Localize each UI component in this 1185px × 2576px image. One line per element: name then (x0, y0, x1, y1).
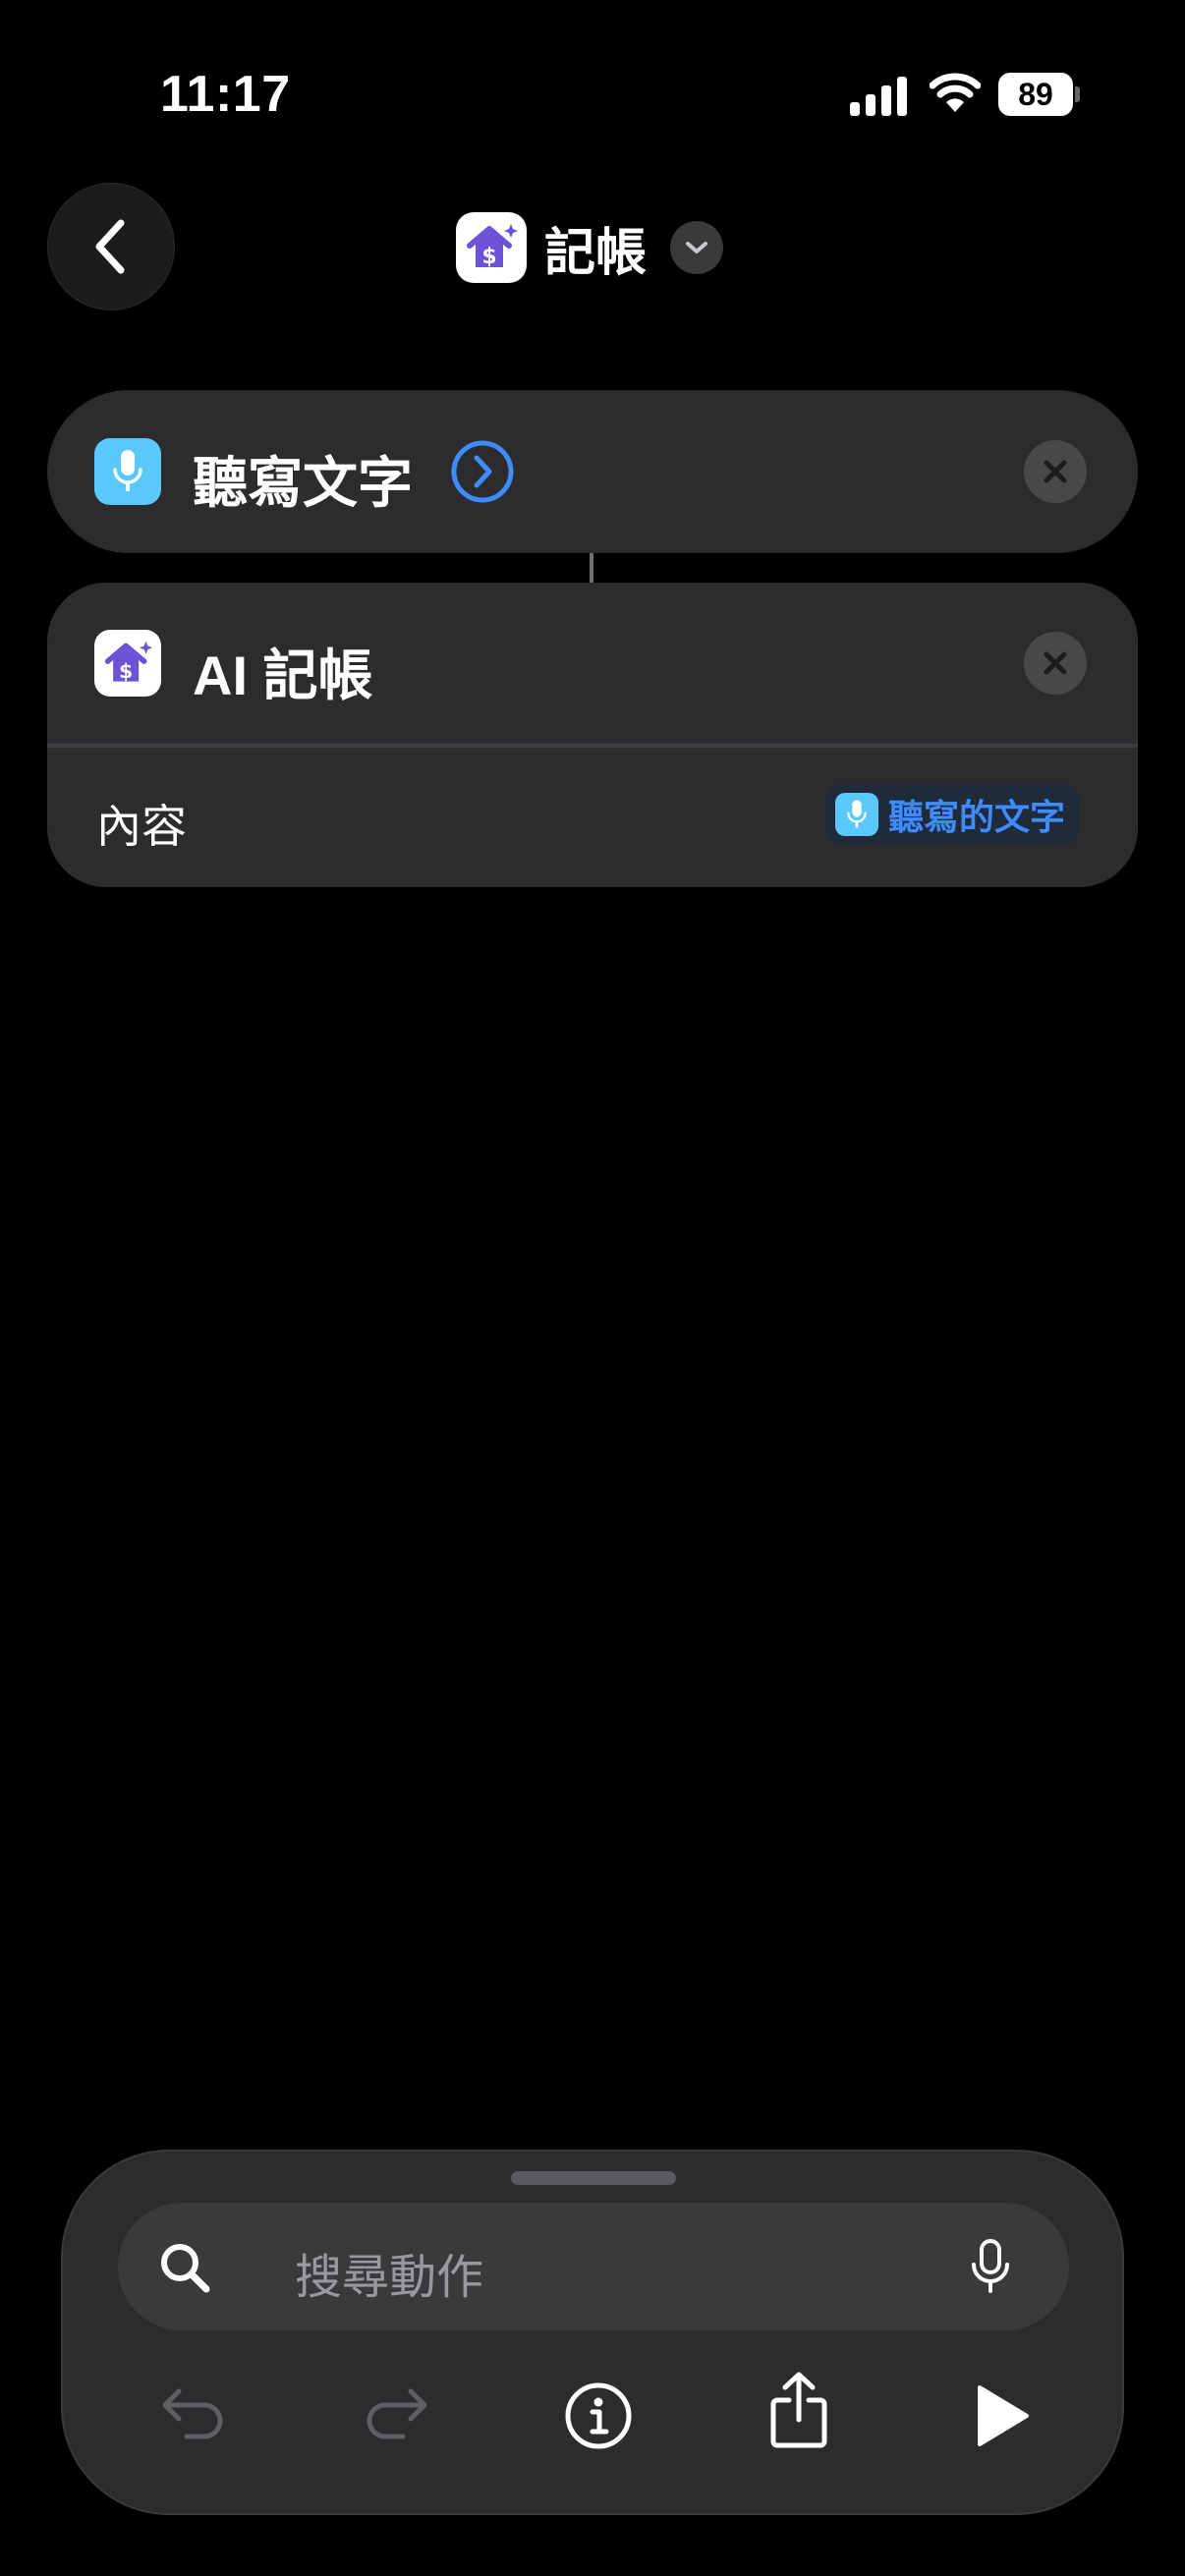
status-time: 11:17 (160, 66, 291, 123)
remove-action-button[interactable] (1024, 440, 1087, 503)
microphone-icon[interactable] (969, 2238, 1012, 2295)
parameter-label: 內容 (96, 801, 187, 852)
search-field[interactable]: 搜尋動作 (118, 2203, 1069, 2330)
battery-indicator: 89 (998, 73, 1081, 116)
wifi-icon (930, 73, 981, 112)
variable-token[interactable]: 聽寫的文字 (825, 785, 1080, 844)
cellular-signal-icon (850, 77, 907, 116)
redo-icon (367, 2388, 427, 2439)
house-dollar-icon: $ (456, 212, 527, 283)
action-connector (590, 553, 593, 583)
page-title: 記帳 (544, 224, 648, 282)
variable-token-label: 聽寫的文字 (888, 797, 1066, 837)
house-dollar-icon: $ (94, 630, 161, 697)
play-icon (978, 2385, 1029, 2446)
share-button[interactable] (755, 2366, 843, 2454)
action-card-ai-bookkeeping[interactable]: $ AI 記帳 內容 聽寫的文字 (47, 583, 1138, 887)
sheet-grabber[interactable] (511, 2171, 676, 2185)
redo-button[interactable] (352, 2372, 440, 2460)
chevron-right-circle-icon[interactable] (450, 439, 515, 504)
chevron-left-icon (95, 219, 125, 274)
back-button[interactable] (47, 183, 175, 310)
shortcut-title-menu[interactable]: $ 記帳 (456, 210, 724, 285)
search-icon (161, 2244, 210, 2293)
run-button[interactable] (957, 2372, 1045, 2460)
info-button[interactable] (554, 2372, 643, 2460)
search-input[interactable]: 搜尋動作 (295, 2238, 483, 2307)
undo-button[interactable] (149, 2372, 238, 2460)
svg-text:$: $ (119, 659, 133, 683)
microphone-icon (835, 793, 878, 836)
close-icon (1044, 651, 1067, 675)
close-icon (1044, 460, 1067, 483)
action-card-dictate[interactable]: 聽寫文字 (47, 390, 1138, 553)
divider (47, 744, 1138, 748)
action-label: AI 記帳 (193, 644, 373, 706)
info-icon (565, 2382, 632, 2449)
microphone-icon (94, 438, 161, 505)
battery-level: 89 (998, 73, 1073, 116)
svg-text:$: $ (481, 245, 496, 269)
undo-icon (162, 2388, 223, 2439)
chevron-down-icon[interactable] (670, 221, 724, 274)
action-search-panel: 搜尋動作 (61, 2150, 1124, 2515)
share-icon (770, 2372, 827, 2448)
action-label: 聽寫文字 (193, 452, 413, 514)
remove-action-button[interactable] (1024, 632, 1087, 695)
